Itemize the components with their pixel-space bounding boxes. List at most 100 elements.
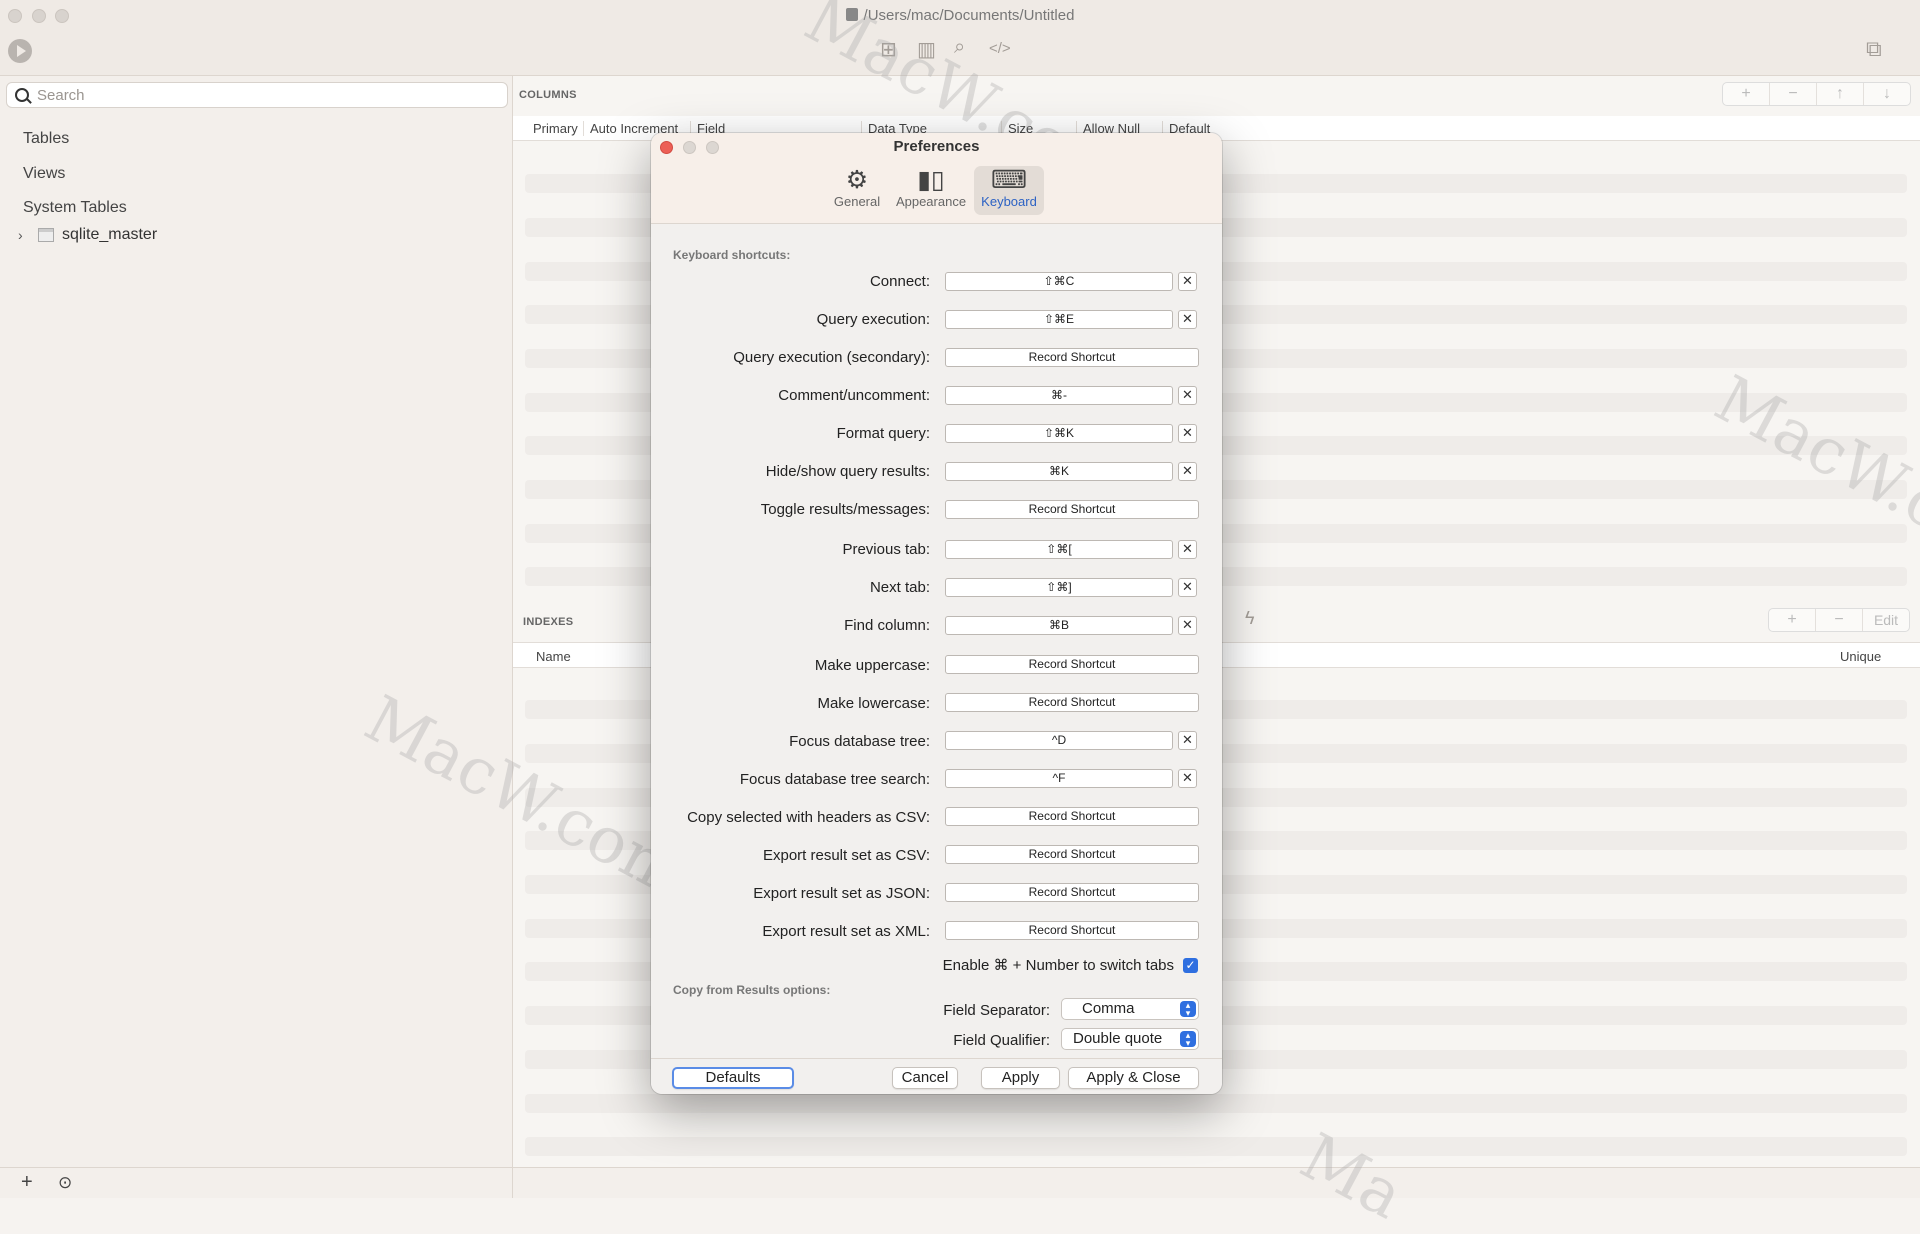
tab-appearance-label: Appearance — [895, 194, 967, 209]
table-icon — [38, 228, 54, 242]
dialog-footer: Defaults Cancel Apply Apply & Close — [651, 1058, 1222, 1094]
tab-general[interactable]: ⚙ General — [827, 166, 887, 215]
columns-toolbar: + − ↑ ↓ — [1722, 82, 1911, 106]
add-column-button[interactable]: + — [1723, 83, 1770, 105]
switch-tabs-checkbox-row[interactable]: Enable ⌘ + Number to switch tabs ✓ — [943, 956, 1198, 974]
shortcut-label: Previous tab: — [842, 541, 930, 558]
clear-shortcut-button[interactable]: ✕ — [1178, 310, 1197, 329]
tab-appearance[interactable]: ▮▯ Appearance — [891, 166, 971, 215]
main-bottom-bar — [513, 1167, 1920, 1198]
shortcut-field-comment[interactable]: ⌘- — [945, 386, 1173, 405]
keyboard-icon: ⌨ — [990, 166, 1028, 194]
shortcut-field-previous-tab[interactable]: ⇧⌘[ — [945, 540, 1173, 559]
search-icon — [15, 88, 29, 102]
shortcut-label: Make lowercase: — [817, 695, 930, 712]
remove-index-button[interactable]: − — [1816, 609, 1863, 631]
shortcut-label: Export result set as XML: — [762, 923, 930, 940]
sidebar-item-tables[interactable]: Tables — [23, 130, 69, 148]
record-shortcut-button[interactable]: Record Shortcut — [945, 921, 1199, 940]
window-title: /Users/mac/Documents/Untitled — [0, 7, 1920, 24]
shortcut-field-hide-show-results[interactable]: ⌘K — [945, 462, 1173, 481]
shortcut-label: Query execution: — [816, 311, 930, 328]
record-shortcut-button[interactable]: Record Shortcut — [945, 348, 1199, 367]
structure-icon[interactable]: ⊞ — [880, 37, 897, 62]
move-down-button[interactable]: ↓ — [1864, 83, 1910, 105]
move-up-button[interactable]: ↑ — [1817, 83, 1864, 105]
clear-shortcut-button[interactable]: ✕ — [1178, 731, 1197, 750]
shortcut-label: Toggle results/messages: — [760, 501, 930, 518]
shortcut-field-next-tab[interactable]: ⇧⌘] — [945, 578, 1173, 597]
field-separator-value: Comma — [1082, 1000, 1135, 1017]
tree-item-label: sqlite_master — [62, 226, 158, 243]
shortcut-field-query-execution[interactable]: ⇧⌘E — [945, 310, 1173, 329]
shortcut-label: Focus database tree search: — [739, 771, 930, 788]
add-index-button[interactable]: + — [1769, 609, 1816, 631]
record-shortcut-button[interactable]: Record Shortcut — [945, 693, 1199, 712]
tab-general-label: General — [833, 194, 881, 209]
shortcut-label: Make uppercase: — [814, 657, 930, 674]
defaults-button[interactable]: Defaults — [672, 1067, 794, 1089]
field-qualifier-label: Field Qualifier: — [953, 1032, 1050, 1049]
record-shortcut-button[interactable]: Record Shortcut — [945, 883, 1199, 902]
clear-shortcut-button[interactable]: ✕ — [1178, 616, 1197, 635]
column-header-primary[interactable]: Primary — [527, 121, 578, 136]
sidebar-item-system-tables[interactable]: System Tables — [23, 199, 127, 217]
clear-shortcut-button[interactable]: ✕ — [1178, 578, 1197, 597]
clear-shortcut-button[interactable]: ✕ — [1178, 769, 1197, 788]
window-titlebar: /Users/mac/Documents/Untitled ⊞ ▥ ⌕ </> … — [0, 0, 1920, 76]
index-header-name[interactable]: Name — [536, 649, 571, 664]
preferences-header: Preferences ⚙ General ▮▯ Appearance ⌨ Ke… — [651, 133, 1222, 224]
sidebar-toggle-icon[interactable]: ⧉ — [1866, 36, 1882, 62]
shortcut-label: Next tab: — [869, 579, 930, 596]
clear-shortcut-button[interactable]: ✕ — [1178, 540, 1197, 559]
add-button[interactable]: + — [21, 1171, 33, 1194]
search-input[interactable] — [35, 86, 499, 105]
switch-tabs-checkbox[interactable]: ✓ — [1183, 957, 1198, 973]
lightning-icon[interactable]: ϟ — [1245, 608, 1255, 629]
record-shortcut-button[interactable]: Record Shortcut — [945, 500, 1199, 519]
apply-and-close-button[interactable]: Apply & Close — [1068, 1067, 1199, 1089]
clear-shortcut-button[interactable]: ✕ — [1178, 462, 1197, 481]
remove-column-button[interactable]: − — [1770, 83, 1817, 105]
clear-shortcut-button[interactable]: ✕ — [1178, 272, 1197, 291]
dialog-title: Preferences — [893, 138, 980, 155]
columns-section-label: COLUMNS — [519, 89, 577, 101]
edit-index-button[interactable]: Edit — [1863, 609, 1909, 631]
tab-keyboard[interactable]: ⌨ Keyboard — [974, 166, 1044, 215]
search-icon[interactable]: ⌕ — [954, 36, 965, 59]
shortcut-field-focus-tree[interactable]: ^D — [945, 731, 1173, 750]
field-separator-label: Field Separator: — [943, 1002, 1050, 1019]
record-shortcut-button[interactable]: Record Shortcut — [945, 845, 1199, 864]
shortcut-field-find-column[interactable]: ⌘B — [945, 616, 1173, 635]
shortcut-label: Export result set as CSV: — [762, 847, 930, 864]
index-header-unique[interactable]: Unique — [1840, 649, 1881, 664]
shortcut-field-focus-tree-search[interactable]: ^F — [945, 769, 1173, 788]
cancel-button[interactable]: Cancel — [892, 1067, 958, 1089]
record-shortcut-button[interactable]: Record Shortcut — [945, 655, 1199, 674]
sidebar-item-views[interactable]: Views — [23, 165, 65, 183]
play-icon[interactable] — [8, 39, 32, 63]
preferences-dialog: Preferences ⚙ General ▮▯ Appearance ⌨ Ke… — [651, 133, 1222, 1094]
document-icon — [845, 8, 858, 21]
clear-shortcut-button[interactable]: ✕ — [1178, 424, 1197, 443]
chart-icon[interactable]: ▥ — [917, 37, 936, 62]
switch-tabs-label: Enable ⌘ + Number to switch tabs — [942, 957, 1174, 974]
more-options-icon[interactable]: ⊙ — [58, 1173, 72, 1193]
record-shortcut-button[interactable]: Record Shortcut — [945, 807, 1199, 826]
field-qualifier-select[interactable]: Double quote ▴ ▾ — [1061, 1028, 1199, 1050]
shortcut-label: Hide/show query results: — [765, 463, 930, 480]
shortcut-field-format-query[interactable]: ⇧⌘K — [945, 424, 1173, 443]
shortcut-field-connect[interactable]: ⇧⌘C — [945, 272, 1173, 291]
indexes-toolbar: + − Edit — [1768, 608, 1910, 632]
shortcut-label: Format query: — [836, 425, 930, 442]
chevron-up-down-icon: ▴ ▾ — [1180, 1001, 1196, 1018]
code-icon[interactable]: </> — [989, 40, 1011, 57]
sidebar-search[interactable] — [6, 82, 508, 108]
clear-shortcut-button[interactable]: ✕ — [1178, 386, 1197, 405]
tree-item-sqlite-master[interactable]: › sqlite_master — [18, 226, 157, 244]
chevron-right-icon[interactable]: › — [18, 227, 38, 243]
window-title-text: /Users/mac/Documents/Untitled — [863, 7, 1075, 24]
field-separator-select[interactable]: Comma ▴ ▾ — [1061, 998, 1199, 1020]
apply-button[interactable]: Apply — [981, 1067, 1060, 1089]
shortcut-label: Comment/uncomment: — [778, 387, 930, 404]
